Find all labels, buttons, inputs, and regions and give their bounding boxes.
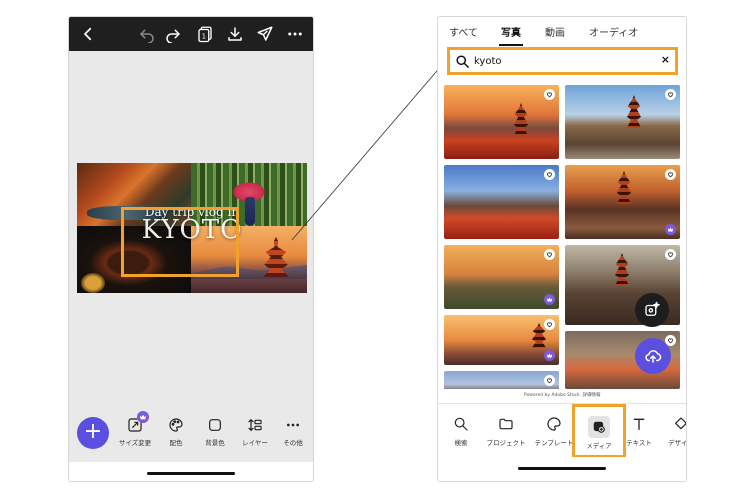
more-menu-icon[interactable] bbox=[285, 24, 305, 44]
home-bar bbox=[69, 462, 313, 481]
search-icon bbox=[454, 417, 468, 431]
nav-templates[interactable]: テンプレート bbox=[531, 416, 577, 447]
layers-label: レイヤー bbox=[242, 439, 268, 447]
background-icon bbox=[209, 419, 221, 431]
photo-result[interactable] bbox=[565, 85, 680, 159]
palette-icon bbox=[169, 418, 183, 432]
magic-sparkle-icon bbox=[645, 301, 660, 316]
design-icon bbox=[675, 417, 686, 430]
favorite-heart-icon[interactable] bbox=[544, 375, 555, 386]
photo-result[interactable] bbox=[444, 371, 559, 389]
svg-text:1: 1 bbox=[202, 33, 206, 41]
nav-projects[interactable]: プロジェクト bbox=[483, 416, 529, 447]
nav-projects-label: プロジェクト bbox=[486, 439, 526, 447]
media-type-tabs: すべて 写真 動画 オーディオ bbox=[438, 17, 686, 47]
home-indicator bbox=[518, 467, 606, 470]
resize-tool[interactable]: サイズ変更 bbox=[115, 411, 155, 447]
favorite-heart-icon[interactable] bbox=[665, 89, 676, 100]
premium-crown-icon bbox=[137, 411, 149, 423]
tab-photos[interactable]: 写真 bbox=[501, 24, 521, 39]
tab-all[interactable]: すべて bbox=[449, 24, 478, 39]
magic-generate-button[interactable] bbox=[635, 293, 669, 327]
back-icon[interactable] bbox=[78, 24, 98, 44]
favorite-heart-icon[interactable] bbox=[665, 249, 676, 260]
clear-search-icon[interactable]: × bbox=[661, 53, 670, 66]
download-icon[interactable] bbox=[225, 24, 245, 44]
pagoda-silhouette bbox=[514, 103, 528, 136]
premium-crown-icon bbox=[544, 350, 555, 361]
favorite-heart-icon[interactable] bbox=[544, 249, 555, 260]
color-scheme-label: 配色 bbox=[169, 439, 183, 447]
editor-bottom-toolbar: + サイズ変更 配色 背景色 レイヤー その他 bbox=[69, 411, 313, 462]
search-box: × bbox=[447, 47, 678, 75]
layers-icon bbox=[248, 418, 262, 432]
media-panel-screen: すべて 写真 動画 オーディオ × bbox=[437, 16, 687, 482]
premium-crown-icon bbox=[665, 224, 676, 235]
layers-tool[interactable]: レイヤー bbox=[235, 417, 275, 447]
pages-icon[interactable]: 1 bbox=[195, 24, 215, 44]
cloud-upload-icon bbox=[645, 350, 662, 363]
nav-search[interactable]: 検索 bbox=[438, 416, 484, 447]
nav-search-label: 検索 bbox=[454, 439, 468, 447]
pagoda-silhouette bbox=[615, 253, 629, 286]
more-dots-icon bbox=[287, 423, 299, 427]
color-scheme-tool[interactable]: 配色 bbox=[156, 417, 196, 447]
media-tab-highlight bbox=[572, 404, 626, 458]
undo-icon[interactable] bbox=[137, 24, 157, 44]
tab-videos[interactable]: 動画 bbox=[545, 24, 565, 39]
pagoda-silhouette bbox=[627, 95, 641, 128]
tab-audio[interactable]: オーディオ bbox=[589, 24, 638, 39]
photo-result[interactable] bbox=[444, 245, 559, 309]
powered-by-adobe-stock[interactable]: Powered by Adobe Stock. 詳細情報 bbox=[524, 392, 601, 398]
favorite-heart-icon[interactable] bbox=[544, 169, 555, 180]
media-bottom-nav: 検索 プロジェクト テンプレート メディア テキスト デザイン bbox=[438, 403, 687, 458]
photo-result[interactable] bbox=[444, 165, 559, 239]
resize-label: サイズ変更 bbox=[118, 439, 152, 447]
search-input[interactable] bbox=[474, 53, 654, 70]
favorite-heart-icon[interactable] bbox=[544, 89, 555, 100]
upload-button[interactable] bbox=[635, 338, 671, 374]
nav-templates-label: テンプレート bbox=[534, 439, 574, 447]
editor-top-bar: 1 bbox=[69, 17, 313, 51]
nav-design-label: デザイン bbox=[668, 439, 687, 447]
share-send-icon[interactable] bbox=[255, 24, 275, 44]
more-tool[interactable]: その他 bbox=[273, 417, 313, 447]
active-tab-underline bbox=[499, 44, 523, 46]
pagoda-silhouette bbox=[617, 171, 631, 204]
photo-result[interactable] bbox=[444, 85, 559, 159]
more-label: その他 bbox=[283, 439, 303, 447]
background-color-tool[interactable]: 背景色 bbox=[195, 417, 235, 447]
home-indicator bbox=[147, 472, 235, 475]
add-element-button[interactable]: + bbox=[77, 417, 109, 449]
photo-result[interactable] bbox=[565, 165, 680, 239]
redo-icon[interactable] bbox=[163, 24, 183, 44]
search-icon bbox=[456, 55, 469, 68]
selected-photo-highlight bbox=[121, 207, 239, 277]
photo-result[interactable] bbox=[444, 315, 559, 365]
background-color-label: 背景色 bbox=[205, 439, 225, 447]
premium-crown-icon bbox=[544, 294, 555, 305]
nav-design[interactable]: デザイン bbox=[658, 416, 687, 447]
text-icon bbox=[633, 418, 645, 430]
home-bar bbox=[438, 457, 686, 481]
folder-icon bbox=[499, 418, 513, 430]
favorite-heart-icon[interactable] bbox=[665, 169, 676, 180]
templates-icon bbox=[547, 417, 561, 431]
favorite-heart-icon[interactable] bbox=[544, 319, 555, 330]
